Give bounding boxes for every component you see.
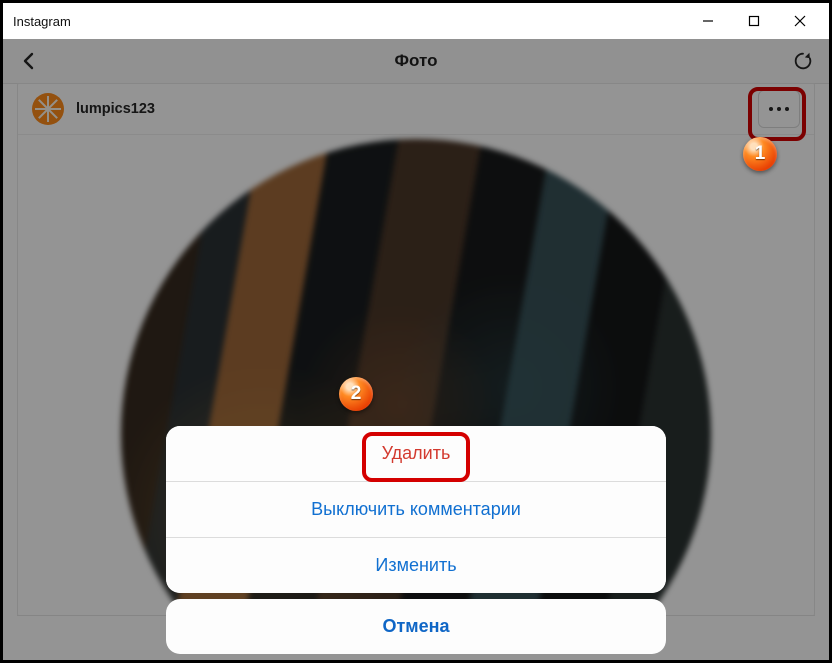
action-sheet: Удалить Выключить комментарии Изменить bbox=[166, 426, 666, 593]
cancel-button[interactable]: Отмена bbox=[166, 599, 666, 654]
window-minimize-button[interactable] bbox=[685, 7, 731, 35]
edit-button[interactable]: Изменить bbox=[166, 537, 666, 593]
delete-button[interactable]: Удалить bbox=[166, 426, 666, 481]
disable-comments-button[interactable]: Выключить комментарии bbox=[166, 481, 666, 537]
cancel-sheet: Отмена bbox=[166, 599, 666, 654]
window-maximize-button[interactable] bbox=[731, 7, 777, 35]
window-title: Instagram bbox=[9, 14, 71, 29]
window-close-button[interactable] bbox=[777, 7, 823, 35]
modal-overlay[interactable]: Удалить Выключить комментарии Изменить О… bbox=[3, 39, 829, 660]
window-titlebar: Instagram bbox=[3, 3, 829, 39]
